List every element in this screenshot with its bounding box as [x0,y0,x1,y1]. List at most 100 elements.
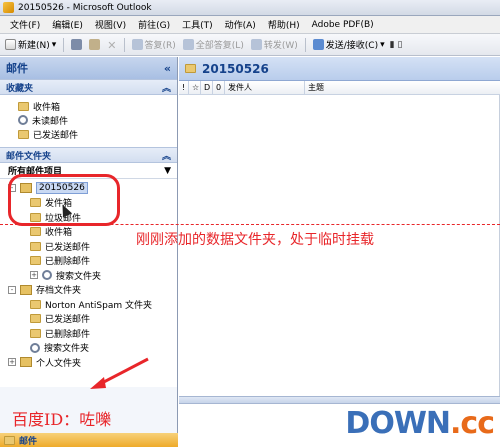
favorites-list: 收件箱 未读邮件 已发送邮件 [0,95,177,147]
toolbar-overflow-icon[interactable]: ▮ ▯ [390,40,403,50]
favorite-label: 收件箱 [33,102,61,113]
data-file-icon [20,357,32,368]
search-folder-icon [42,270,52,281]
baidu-id-caption: 百度ID：咗嚛 [12,410,112,429]
folder-icon [185,64,196,73]
folder-header: 20150526 [179,57,500,81]
reply-icon [131,39,143,50]
window-title: 20150526 - Microsoft Outlook [18,2,152,13]
delete-button[interactable]: ✕ [105,36,118,54]
folder-tree-item[interactable]: + 搜索文件夹 [0,268,177,283]
title-bar: 20150526 - Microsoft Outlook [0,0,500,16]
folder-tree-label: 收件箱 [45,228,73,239]
favorite-label: 已发送邮件 [33,130,79,141]
menu-help[interactable]: 帮助(H) [262,18,306,31]
menu-adobe-pdf[interactable]: Adobe PDF(B) [306,20,380,30]
icon-column[interactable]: D [201,80,213,95]
chevron-down-icon[interactable]: ▾ [52,40,57,50]
annotation-dashed-line [0,224,500,225]
reply-button-label: 答复(R) [144,41,176,51]
search-folder-icon [18,115,28,125]
menu-edit[interactable]: 编辑(E) [46,18,89,31]
main-pane: 20150526 ! ☆ D 0 发件人 主题 [179,57,500,447]
folder-tree-item[interactable]: 搜索文件夹 [0,341,177,356]
forward-button-label: 转发(W) [263,41,298,51]
folder-tree-label: 已发送邮件 [45,315,91,326]
print-button[interactable] [69,36,84,54]
folder-tree-item[interactable]: 已删除邮件 [0,326,177,341]
collapse-icon[interactable]: - [8,285,16,294]
favorite-inbox[interactable]: 收件箱 [18,99,177,113]
menu-tools[interactable]: 工具(T) [176,18,219,31]
folder-tree-item[interactable]: - 存档文件夹 [0,283,177,298]
menu-file[interactable]: 文件(F) [4,18,46,31]
flag-column[interactable]: ☆ [189,80,201,95]
reply-all-icon [182,39,194,50]
dropdown-arrow-icon[interactable]: ▼ [164,166,171,176]
mail-module-button[interactable]: 邮件 [0,433,178,447]
highlight-ellipse [8,174,120,226]
favorites-section-header[interactable]: 收藏夹 ︽ [0,79,177,95]
send-receive-button-label: 发送/接收(C) [325,41,379,51]
outlook-app-icon [3,2,14,13]
importance-column[interactable]: ! [179,80,189,95]
favorite-sent[interactable]: 已发送邮件 [18,127,177,141]
menu-view[interactable]: 视图(V) [89,18,132,31]
folder-tree-label: 搜索文件夹 [56,271,102,282]
expand-icon[interactable]: + [8,358,16,367]
search-folder-icon [30,342,40,353]
folder-tree-item[interactable]: 已删除邮件 [0,254,177,269]
folder-icon [30,299,41,309]
mail-module-label: 邮件 [19,436,38,447]
reading-pane-splitter[interactable] [179,396,500,404]
folder-tree-label: 已删除邮件 [45,329,91,340]
new-mail-icon [5,39,16,50]
folder-tree-label: Norton AntiSpam 文件夹 [45,300,152,311]
mail-folders-title: 邮件文件夹 [6,151,52,162]
menu-go[interactable]: 前往(G) [132,18,176,31]
folder-tree-label: 已删除邮件 [45,257,91,268]
mail-folders-section-header[interactable]: 邮件文件夹 ︽ [0,147,177,163]
delete-x-icon: ✕ [107,39,117,52]
folder-icon [30,227,41,237]
watermark-suffix: .cc [450,406,495,441]
annotation-arrow-icon [90,357,149,389]
printer-icon [71,39,83,50]
expand-icon[interactable]: + [30,271,38,280]
standard-toolbar: 新建(N) ▾ ✕ 答复(R) 全部答复(L) 转发(W) 发送/接收(C) ▾… [0,34,500,56]
folder-tree-item[interactable]: Norton AntiSpam 文件夹 [0,297,177,312]
toolbar-separator [304,37,306,52]
menu-actions[interactable]: 动作(A) [219,18,262,31]
attachment-column[interactable]: 0 [213,80,225,95]
favorites-title: 收藏夹 [6,83,34,94]
chevron-down-icon[interactable]: ▾ [380,40,385,50]
subject-column[interactable]: 主题 [305,81,500,95]
folder-icon [30,241,41,251]
chevron-up-icon[interactable]: ︽ [162,81,171,94]
watermark-main: DOWN [345,406,451,441]
move-to-folder-icon [89,39,101,50]
folder-tree-label: 存档文件夹 [36,286,82,297]
send-receive-icon [312,39,324,50]
mail-icon [4,435,15,445]
reply-button[interactable]: 答复(R) [130,36,178,54]
favorite-unread[interactable]: 未读邮件 [18,113,177,127]
column-headers: ! ☆ D 0 发件人 主题 [179,80,500,95]
folder-icon [18,129,29,139]
folder-icon [30,256,41,266]
move-button[interactable] [87,36,102,54]
favorite-label: 未读邮件 [32,116,69,127]
folder-tree-item[interactable]: 已发送邮件 [0,312,177,327]
toolbar-separator [123,37,125,52]
folder-header-title: 20150526 [202,61,269,76]
chevron-up-icon[interactable]: ︽ [162,149,171,162]
new-button-label: 新建(N) [18,41,50,51]
send-receive-button[interactable]: 发送/接收(C) ▾ [311,36,387,54]
forward-button[interactable]: 转发(W) [249,36,300,54]
annotation-note: 刚刚添加的数据文件夹，处于临时挂载 [136,232,374,248]
from-column[interactable]: 发件人 [225,80,305,95]
new-button[interactable]: 新建(N) ▾ [3,36,58,54]
collapse-pane-icon[interactable]: « [164,62,171,75]
menu-bar: 文件(F) 编辑(E) 视图(V) 前往(G) 工具(T) 动作(A) 帮助(H… [0,16,500,34]
reply-all-button[interactable]: 全部答复(L) [181,36,246,54]
